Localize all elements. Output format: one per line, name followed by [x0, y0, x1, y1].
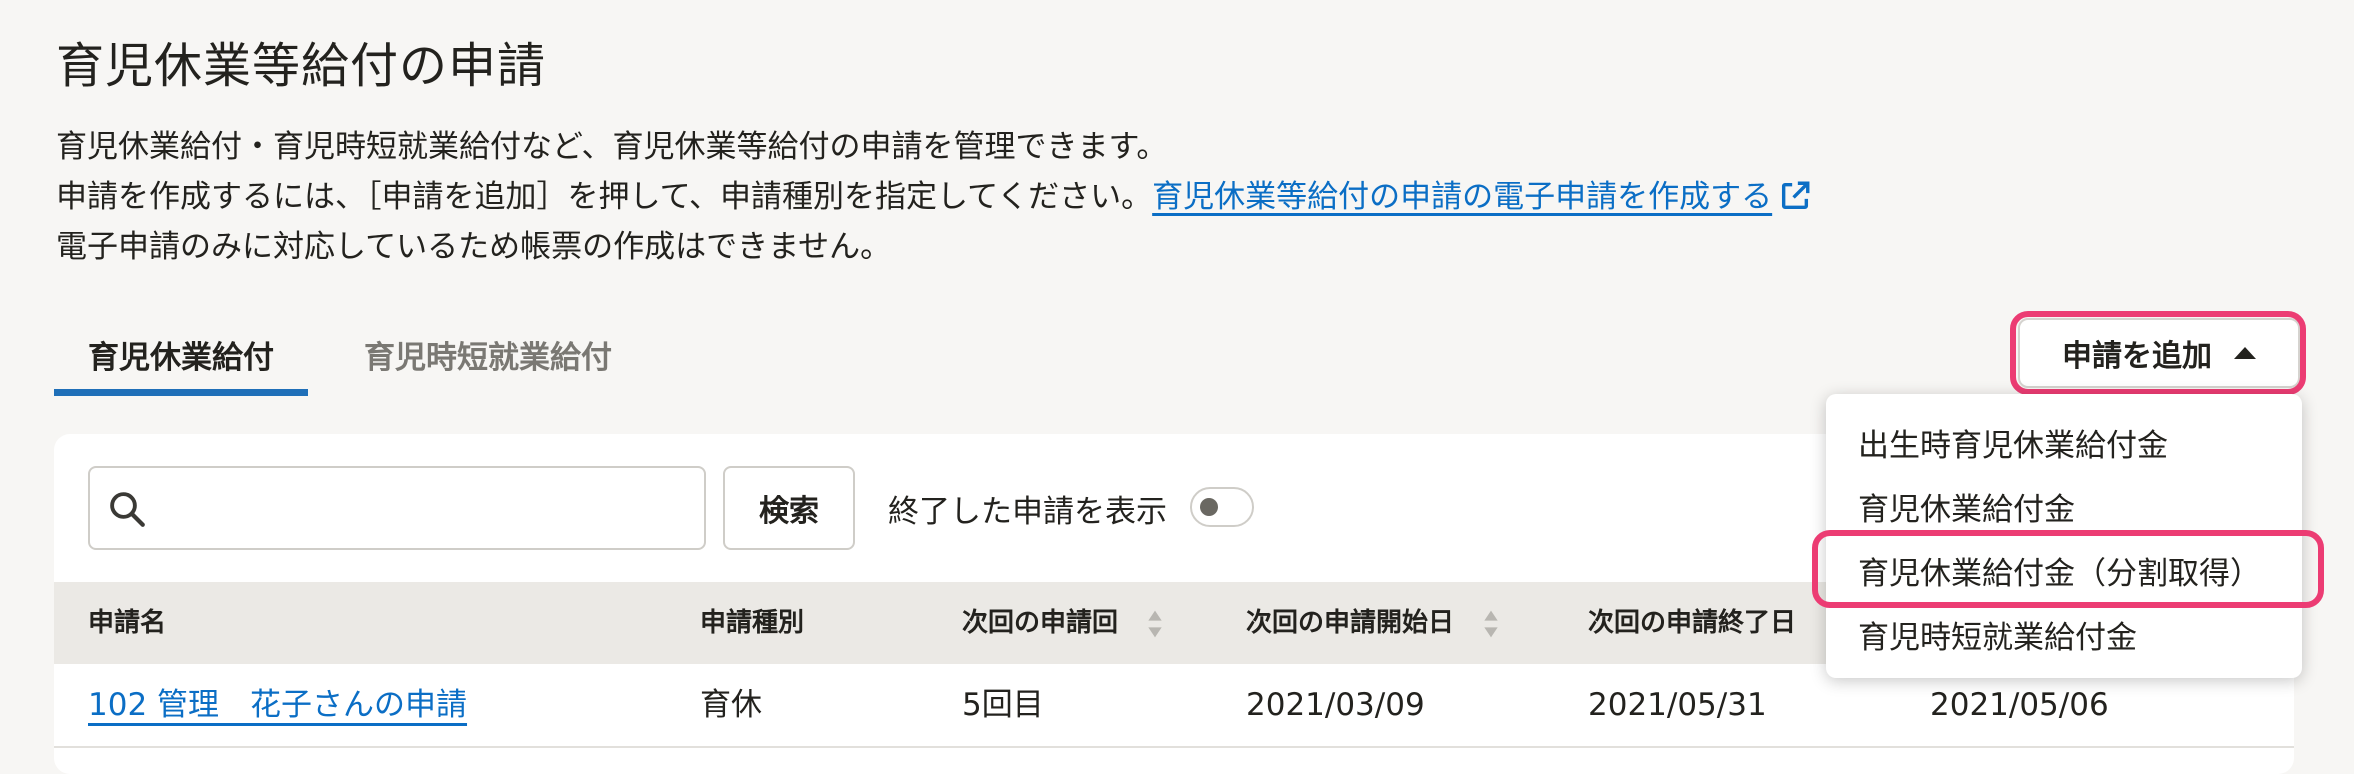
- show-finished-label: 終了した申請を表示: [888, 494, 1167, 530]
- menu-item-childcare-leave-benefit[interactable]: 育児休業給付金: [1858, 484, 2075, 529]
- row-next-start: 2021/03/09: [1246, 687, 1425, 723]
- row-next-round: 5回目: [962, 687, 1044, 723]
- menu-item-short-time-work-benefit[interactable]: 育児時短就業給付金: [1858, 612, 2137, 657]
- column-header-next-end: 次回の申請終了日: [1588, 608, 1797, 638]
- column-header-name: 申請名: [88, 608, 167, 638]
- row-application-type: 育休: [700, 687, 762, 723]
- column-header-type: 申請種別: [700, 608, 805, 638]
- column-header-next-start[interactable]: 次回の申請開始日: [1246, 582, 1500, 664]
- description-line-1: 育児休業給付・育児時短就業給付など、育児休業等給付の申請を管理できます。: [56, 129, 1168, 165]
- description-line-3: 電子申請のみに対応しているため帳票の作成はできません。: [56, 229, 892, 265]
- column-header-next-round[interactable]: 次回の申請回: [962, 582, 1164, 664]
- page-title: 育児休業等給付の申請: [56, 38, 547, 94]
- sort-icon: [1148, 610, 1162, 637]
- search-button[interactable]: 検索: [723, 466, 855, 550]
- e-application-link[interactable]: 育児休業等給付の申請の電子申請を作成する: [1152, 179, 1812, 215]
- column-header-next-round-label: 次回の申請回: [962, 608, 1119, 638]
- show-finished-toggle[interactable]: [1190, 487, 1254, 527]
- menu-item-birth-leave-benefit[interactable]: 出生時育児休業給付金: [1858, 420, 2168, 465]
- menu-item-highlight-frame: [1812, 530, 2324, 608]
- application-link[interactable]: 102 管理 花子さんの申請: [88, 687, 467, 723]
- row-application-name[interactable]: 102 管理 花子さんの申請: [88, 664, 467, 746]
- sort-icon: [1484, 610, 1498, 637]
- description-line-2-text: 申請を作成するには、［申請を追加］を押して、申請種別を指定してください。: [56, 179, 1153, 215]
- page-description: 育児休業給付・育児時短就業給付など、育児休業等給付の申請を管理できます。 申請を…: [56, 122, 1812, 272]
- search-input[interactable]: [88, 466, 706, 550]
- tab-short-time-work-benefit[interactable]: 育児時短就業給付: [330, 330, 646, 396]
- description-line-2: 申請を作成するには、［申請を追加］を押して、申請種別を指定してください。育児休業…: [56, 172, 1812, 222]
- row-next-end: 2021/05/31: [1588, 687, 1767, 723]
- search-icon: [110, 492, 145, 527]
- column-header-next-start-label: 次回の申請開始日: [1246, 608, 1455, 638]
- external-link-icon: [1782, 181, 1810, 210]
- add-button-highlight-frame: [2010, 311, 2306, 395]
- toggle-knob: [1200, 498, 1218, 516]
- tab-childcare-leave-benefit[interactable]: 育児休業給付: [54, 330, 308, 396]
- e-application-link-label: 育児休業等給付の申請の電子申請を作成する: [1152, 179, 1773, 215]
